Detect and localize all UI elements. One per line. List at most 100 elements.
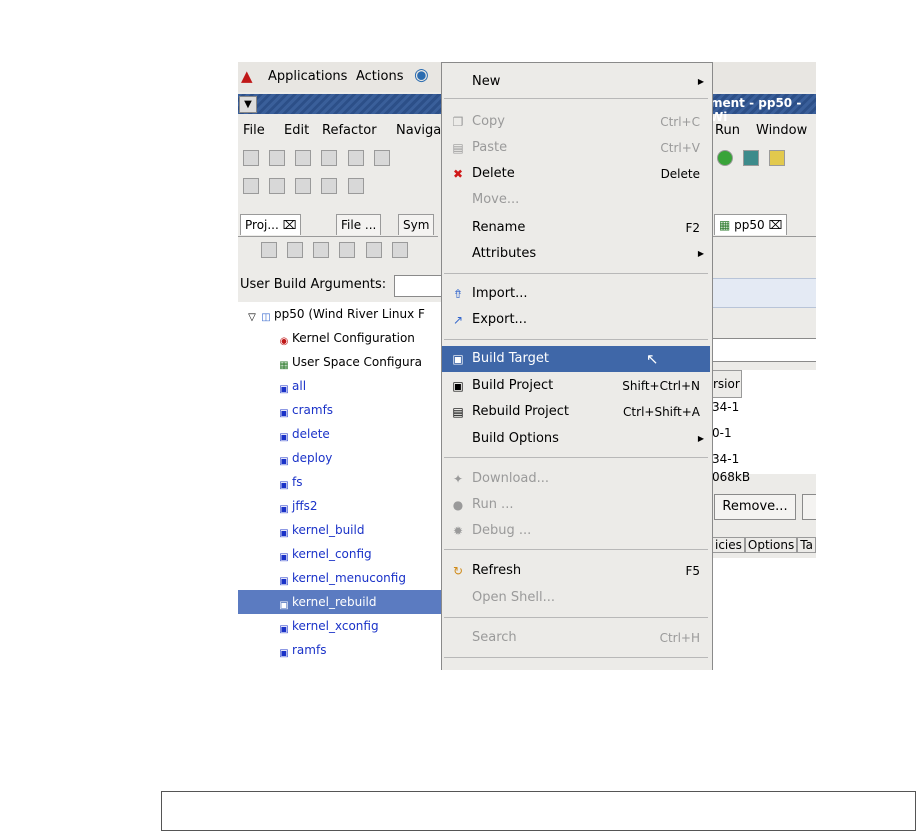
menu-item-delete[interactable]: ✖ Delete Delete	[442, 161, 710, 187]
menu-separator	[444, 339, 708, 340]
menu-item-debug[interactable]: ✹ Debug ...	[442, 518, 710, 544]
menu-item-download[interactable]: ✦ Download...	[442, 466, 710, 492]
editor-field[interactable]	[712, 338, 816, 362]
screenshot-region: ▲ Applications Actions ◉ ▼ ment - pp50 -…	[238, 62, 816, 670]
menu-item-attributes[interactable]: Attributes ▶	[442, 241, 710, 267]
last-edit-icon[interactable]	[295, 178, 312, 194]
menu-item-search[interactable]: Search Ctrl+H	[442, 625, 710, 651]
mouse-cursor-icon: ↖	[646, 350, 659, 368]
build-icon[interactable]	[373, 150, 390, 166]
submenu-arrow-icon: ▶	[697, 434, 704, 443]
expand-icon[interactable]: ▽	[246, 312, 258, 324]
applications-menu[interactable]: Applications	[268, 69, 347, 84]
make-target-icon: ▣	[279, 480, 289, 491]
toolbar-row-1	[240, 150, 393, 172]
menu-item-copy[interactable]: ❐ Copy Ctrl+C	[442, 109, 710, 135]
detail-panel	[712, 558, 816, 670]
tab-symbols[interactable]: Sym	[398, 214, 435, 235]
binary-icon[interactable]	[347, 150, 364, 166]
tab-options[interactable]: Options	[744, 537, 798, 553]
back-nav-icon[interactable]	[261, 242, 277, 258]
toolbar-row-2	[240, 178, 367, 200]
menu-item-rebuild-project[interactable]: ▤ Rebuild Project Ctrl+Shift+A	[442, 399, 710, 425]
menu-separator	[444, 657, 708, 658]
project-tree: ▽ ◫ pp50 (Wind River Linux F ◉ Kernel Confi…	[238, 302, 442, 670]
detail-tabs: icies Options Ta	[712, 534, 816, 556]
make-target-icon: ▣	[279, 528, 289, 539]
menu-item-refresh[interactable]: ↻ Refresh F5	[442, 558, 710, 584]
home-icon[interactable]	[313, 242, 330, 258]
user-space-icon: ▦	[279, 360, 289, 371]
make-target-icon: ▣	[279, 576, 289, 587]
menu-file[interactable]: File	[243, 123, 265, 138]
actions-menu[interactable]: Actions	[356, 69, 404, 84]
collapse-all-icon[interactable]	[339, 242, 356, 258]
prev-annotation-icon[interactable]	[269, 178, 286, 194]
new-icon[interactable]	[269, 150, 286, 166]
menu-item-build-target[interactable]: ▣ Build Target ↖	[442, 346, 710, 372]
menu-separator	[444, 457, 708, 458]
rebuild-project-icon: ▤	[452, 405, 464, 419]
build-target-icon[interactable]	[391, 242, 408, 258]
print-icon[interactable]	[321, 150, 338, 166]
version-column-header[interactable]: rsior	[712, 370, 742, 398]
forward-icon[interactable]	[347, 178, 364, 194]
view-tabs: Proj... ⌧ File ... Sym	[238, 210, 438, 237]
debug-icon: ✹	[452, 524, 464, 538]
package-table: rsior 34-1 0-1 34-1	[712, 370, 816, 474]
forward-nav-icon[interactable]	[287, 242, 304, 258]
menu-item-paste[interactable]: ▤ Paste Ctrl+V	[442, 135, 710, 161]
caption-box	[161, 791, 916, 831]
menu-separator	[444, 98, 708, 99]
save-icon[interactable]	[295, 150, 312, 166]
menu-item-export[interactable]: ↗ Export...	[442, 307, 710, 333]
menu-item-new[interactable]: New ▶	[442, 69, 710, 95]
menu-item-run[interactable]: ● Run ...	[442, 492, 710, 518]
tab-project[interactable]: Proj... ⌧	[240, 214, 302, 235]
menu-separator	[444, 273, 708, 274]
menu-refactor[interactable]: Refactor	[322, 123, 377, 138]
new-wizard-icon[interactable]	[243, 150, 259, 166]
make-target-icon: ▣	[279, 504, 289, 515]
import-icon: ⇮	[452, 287, 464, 301]
window-menu-button[interactable]: ▼	[239, 96, 257, 113]
user-build-args-input[interactable]	[394, 275, 442, 297]
next-annotation-icon[interactable]	[243, 178, 259, 194]
make-target-icon: ▣	[279, 408, 289, 419]
next-button[interactable]	[802, 494, 816, 520]
menu-item-rename[interactable]: Rename F2	[442, 215, 710, 241]
tab-file[interactable]: File ...	[336, 214, 382, 235]
back-icon[interactable]	[321, 178, 338, 194]
make-target-icon: ▣	[279, 432, 289, 443]
user-space-icon: ▦	[719, 218, 731, 232]
view-toolbar	[258, 242, 438, 264]
copy-icon: ❐	[452, 115, 464, 129]
menu-item-import[interactable]: ⇮ Import...	[442, 281, 710, 307]
globe-icon[interactable]: ◉	[414, 65, 429, 85]
tree-root[interactable]: ▽ ◫ pp50 (Wind River Linux F	[246, 302, 450, 326]
menu-item-move[interactable]: Move...	[442, 187, 710, 213]
link-editor-icon[interactable]	[365, 242, 382, 258]
make-target-icon: ▣	[279, 624, 289, 635]
remove-button[interactable]: Remove...	[714, 494, 796, 520]
paste-icon: ▤	[452, 141, 464, 155]
tab-more[interactable]: Ta	[797, 537, 816, 553]
build-project-icon: ▣	[452, 379, 464, 393]
submenu-arrow-icon: ▶	[697, 249, 704, 258]
tab-dependencies[interactable]: icies	[712, 537, 745, 553]
menu-navigate[interactable]: Naviga	[396, 123, 441, 138]
menu-item-build-options[interactable]: Build Options ▶	[442, 426, 710, 452]
size-value: 068kB	[712, 470, 751, 484]
tab-editor-pp50[interactable]: ▦ pp50 ⌧	[714, 214, 788, 235]
submenu-arrow-icon: ▶	[697, 77, 704, 86]
menu-item-build-project[interactable]: ▣ Build Project Shift+Ctrl+N	[442, 373, 710, 399]
editor-header-band	[712, 278, 816, 308]
tree-item-target-selected[interactable]: ▣ kernel_rebuild	[238, 590, 442, 614]
build-target-icon: ▣	[452, 352, 464, 366]
menu-item-open-shell[interactable]: Open Shell...	[442, 585, 710, 611]
table-cell: 0-1	[712, 426, 732, 440]
project-icon: ◫	[261, 312, 271, 323]
refresh-icon: ↻	[452, 564, 464, 578]
user-build-args-label: User Build Arguments:	[240, 277, 387, 292]
menu-edit[interactable]: Edit	[284, 123, 309, 138]
